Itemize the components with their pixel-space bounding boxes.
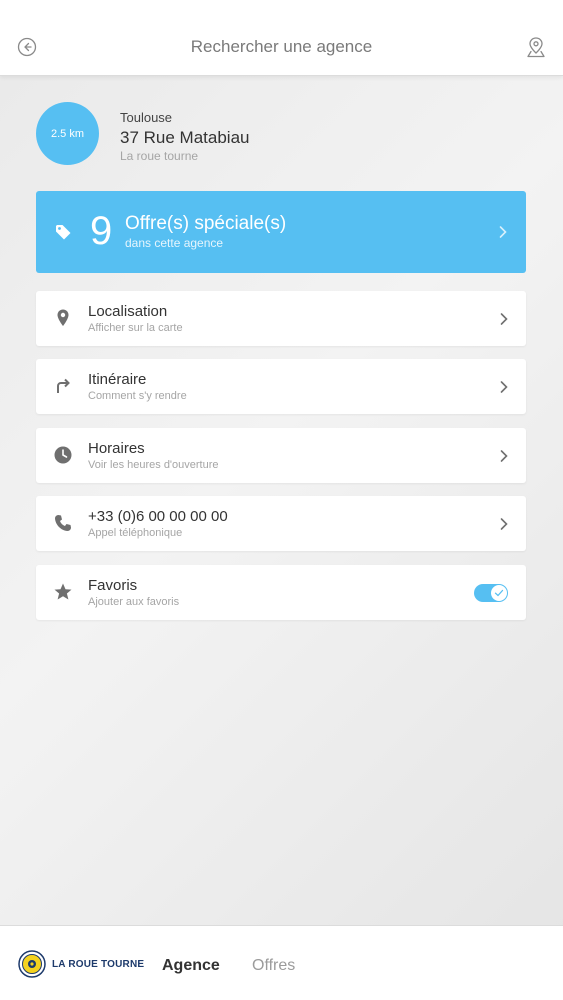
agency-summary: 2.5 km Toulouse 37 Rue Matabiau La roue … [36,102,526,166]
agency-brand: La roue tourne [120,149,199,163]
special-offers-card[interactable]: 9 Offre(s) spéciale(s) dans cette agence [36,191,526,273]
location-pin-icon [57,309,69,326]
bottom-nav: LA ROUE TOURNE Agence Offres [0,925,563,1000]
tab-agence[interactable]: Agence [162,957,220,975]
check-icon [494,589,504,597]
brand-logo-icon [18,950,46,978]
offers-sublabel: dans cette agence [125,236,224,250]
brand-logo-text: LA ROUE TOURNE [52,959,145,970]
phone-row[interactable]: +33 (0)6 00 00 00 00 Appel téléphonique [36,496,526,551]
favorites-row: Favoris Ajouter aux favoris [36,565,526,620]
clock-icon [54,446,72,464]
distance-badge: 2.5 km [36,102,99,165]
row-sublabel: Ajouter aux favoris [88,596,180,608]
chevron-right-icon [499,226,507,238]
page-title: Rechercher une agence [190,37,373,56]
turn-right-arrow-icon [57,378,70,393]
row-label: Horaires [88,440,145,457]
chevron-right-icon [500,518,508,530]
row-sublabel: Voir les heures d'ouverture [88,459,219,471]
phone-icon [55,515,71,531]
tag-icon [56,225,71,240]
favorites-toggle[interactable] [474,584,508,602]
star-icon [54,583,72,600]
location-row[interactable]: Localisation Afficher sur la carte [36,291,526,346]
row-label: Itinéraire [88,371,147,388]
row-label: Favoris [88,577,138,594]
agency-city: Toulouse [120,110,173,125]
row-label: Localisation [88,303,168,320]
toggle-knob [491,585,507,601]
row-sublabel: Comment s'y rendre [88,390,187,402]
itinerary-row[interactable]: Itinéraire Comment s'y rendre [36,359,526,414]
tab-offres[interactable]: Offres [252,957,295,975]
map-pin-icon[interactable] [526,36,546,58]
top-bar: Rechercher une agence [0,0,563,76]
offers-label: Offre(s) spéciale(s) [125,213,287,234]
chevron-right-icon [500,450,508,462]
row-sublabel: Appel téléphonique [88,527,183,539]
chevron-right-icon [500,313,508,325]
hours-row[interactable]: Horaires Voir les heures d'ouverture [36,428,526,483]
row-label: +33 (0)6 00 00 00 00 [88,508,228,525]
chevron-right-icon [500,381,508,393]
offers-count: 9 [90,209,113,253]
row-sublabel: Afficher sur la carte [88,322,183,334]
agency-street: 37 Rue Matabiau [120,128,250,147]
